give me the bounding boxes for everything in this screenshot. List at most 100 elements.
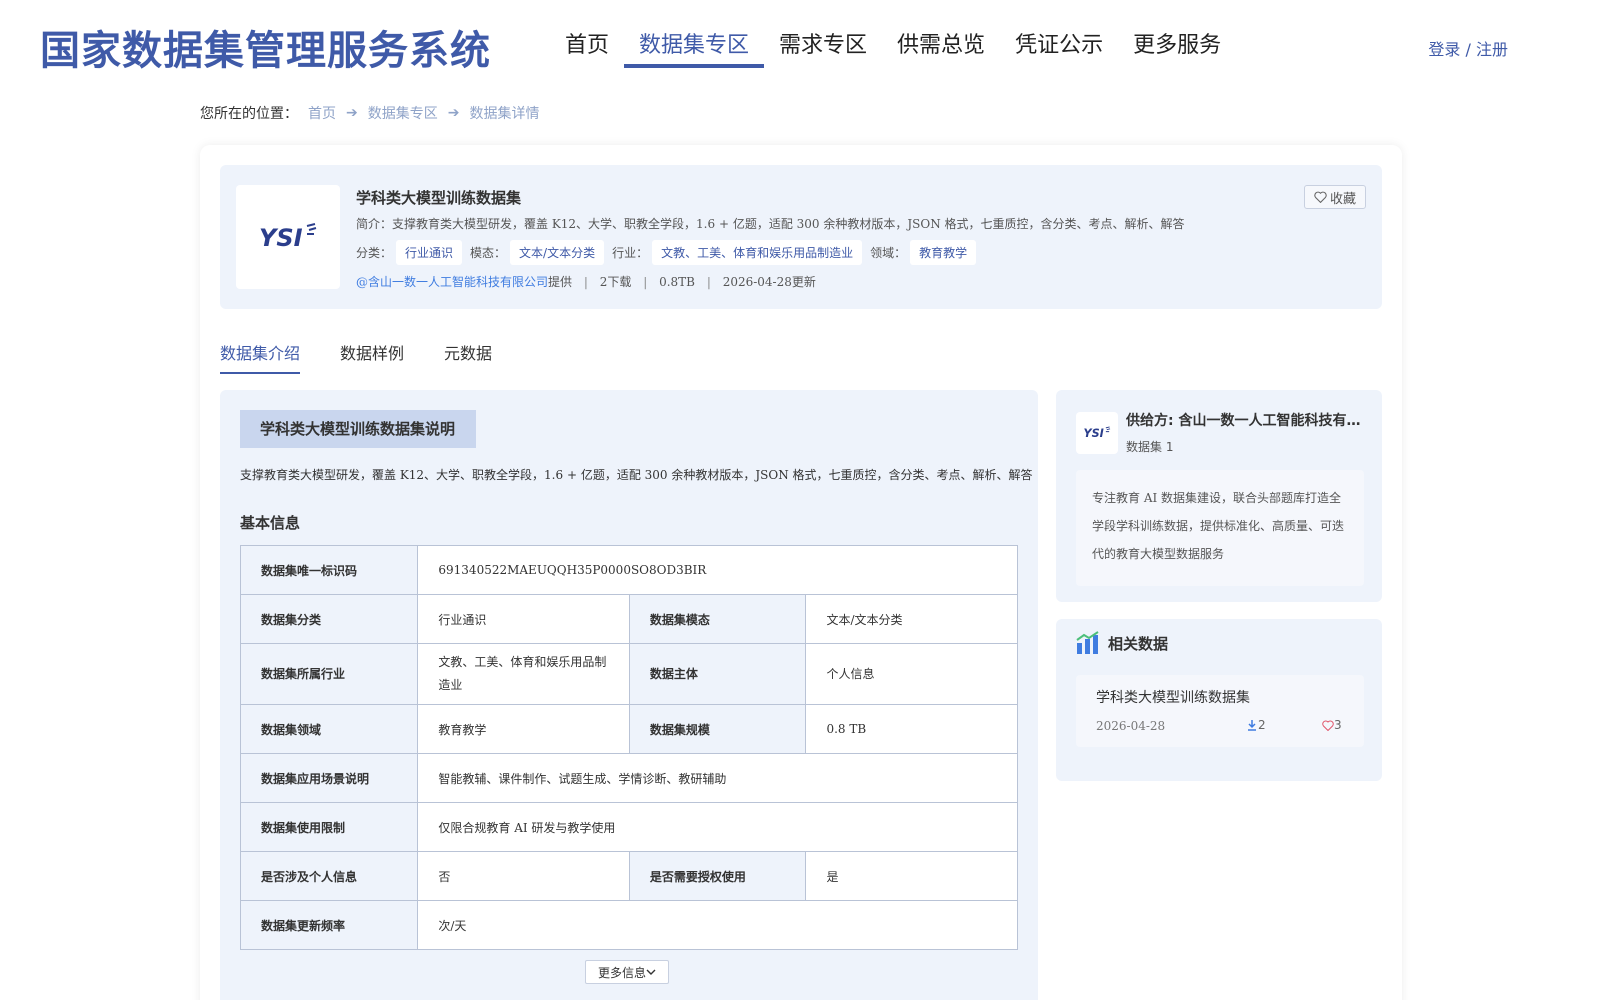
personal-row-label: 是否涉及个人信息 [239, 851, 419, 901]
nav-datasets[interactable]: 数据集专区 [624, 28, 765, 68]
freq-row-label: 数据集更新频率 [239, 900, 419, 950]
breadcrumb-current: 数据集详情 [469, 106, 540, 122]
breadcrumb: 您所在的位置： 首页 ➔ 数据集专区 ➔ 数据集详情 [200, 103, 539, 123]
table-row: 数据集领域 教育教学 数据集规模 0.8 TB [239, 704, 1018, 754]
related-title: 相关数据 [1108, 634, 1169, 653]
related-header: 相关数据 [1076, 631, 1168, 655]
industry-tag[interactable]: 文教、工美、体育和娱乐用品制造业 [652, 240, 863, 265]
basic-info-title: 基本信息 [240, 514, 301, 532]
dataset-title: 学科类大模型训练数据集 [356, 189, 522, 207]
freq-row-value: 次/天 [417, 900, 1018, 950]
domain-row-label: 数据集领域 [239, 704, 419, 754]
tab-introduction[interactable]: 数据集介绍 [220, 340, 301, 374]
update-date: 2026-04-28更新 [722, 275, 816, 289]
section-title: 学科类大模型训练数据集说明 [240, 410, 476, 448]
table-row: 数据集唯一标识码 691340522MAEUQQH35P0000SO8OD3BI… [239, 545, 1018, 595]
more-info-button[interactable]: 更多信息 [585, 960, 669, 984]
related-item[interactable]: 学科类大模型训练数据集 2026-04-28 2 3 [1076, 675, 1364, 747]
table-row: 数据集分类 行业通识 数据集模态 文本/文本分类 [239, 594, 1018, 644]
related-item-date: 2026-04-28 [1096, 719, 1166, 733]
table-row: 数据集更新频率 次/天 [239, 900, 1018, 950]
scale-row-label: 数据集规模 [628, 704, 807, 754]
personal-row-value: 否 [417, 851, 630, 901]
dataset-meta: @含山一数一人工智能科技有限公司提供 | 2下载 | 0.8TB | 2026-… [356, 275, 816, 289]
tab-samples[interactable]: 数据样例 [340, 340, 404, 374]
nav-vouchers[interactable]: 凭证公示 [1000, 28, 1118, 68]
provider-name[interactable]: 供给方: 含山一数一人工智能科技有限公司 [1126, 410, 1366, 430]
nav-overview[interactable]: 供需总览 [882, 28, 1000, 68]
provider-description: 专注教育 AI 数据集建设，联合头部题库打造全学段学科训练数据，提供标准化、高质… [1076, 470, 1364, 586]
provider-dataset-count: 数据集 1 [1126, 440, 1174, 454]
download-count: 2 [1258, 718, 1266, 732]
industry-label: 行业： [612, 246, 649, 260]
domain-label: 领域： [870, 246, 907, 260]
modality-row-label: 数据集模态 [628, 594, 807, 644]
related-data-card: 相关数据 学科类大模型训练数据集 2026-04-28 2 3 [1056, 619, 1382, 781]
header: 国家数据集管理服务系统 首页 数据集专区 需求专区 供需总览 凭证公示 更多服务… [0, 0, 1600, 90]
tab-metadata[interactable]: 元数据 [444, 340, 492, 374]
favorite-label: 收藏 [1329, 191, 1356, 207]
auth-row-value: 是 [805, 851, 1018, 901]
table-row: 数据集使用限制 仅限合规教育 AI 研发与教学使用 [239, 802, 1018, 852]
auth-row-label: 是否需要授权使用 [628, 851, 807, 901]
related-item-downloads: 2 [1246, 718, 1266, 732]
table-row: 数据集所属行业 文教、工美、体育和娱乐用品制造业 数据主体 个人信息 [239, 643, 1018, 705]
download-count: 2下载 [599, 275, 632, 289]
industry-row-value: 文教、工美、体育和娱乐用品制造业 [417, 643, 630, 705]
ysi-logo-icon: YSI [259, 223, 317, 252]
limit-row-label: 数据集使用限制 [239, 802, 419, 852]
like-count: 3 [1334, 718, 1342, 732]
provider-card: YSI 供给方: 含山一数一人工智能科技有限公司 数据集 1 专注教育 AI 数… [1056, 390, 1382, 602]
download-icon [1248, 720, 1256, 731]
dataset-size: 0.8TB [659, 275, 695, 289]
logo-text: YSI [1083, 427, 1103, 440]
scale-row-value: 0.8 TB [805, 704, 1018, 754]
nav-demands[interactable]: 需求专区 [764, 28, 882, 68]
limit-row-value: 仅限合规教育 AI 研发与教学使用 [417, 802, 1018, 852]
provider-logo: YSI [1076, 412, 1118, 454]
domain-tag[interactable]: 教育教学 [910, 240, 977, 265]
category-row-label: 数据集分类 [239, 594, 419, 644]
related-item-likes: 3 [1322, 718, 1342, 732]
id-value: 691340522MAEUQQH35P0000SO8OD3BIR [417, 545, 1018, 595]
login-register-link[interactable]: 登录 / 注册 [1428, 36, 1508, 60]
modality-label: 模态： [470, 246, 507, 260]
subject-row-label: 数据主体 [628, 643, 807, 705]
dataset-header: YSI 学科类大模型训练数据集 简介：支撑教育类大模型研发，覆盖 K12、大学、… [220, 165, 1382, 309]
arrow-right-icon: ➔ [447, 105, 460, 121]
breadcrumb-datasets[interactable]: 数据集专区 [368, 103, 438, 123]
table-row: 数据集应用场景说明 智能教辅、课件制作、试题生成、学情诊断、教研辅助 [239, 753, 1018, 803]
introduction-panel: 学科类大模型训练数据集说明 支撑教育类大模型研发，覆盖 K12、大学、职教全学段… [220, 390, 1038, 1000]
arrow-right-icon: ➔ [346, 105, 358, 121]
dataset-logo: YSI [236, 185, 340, 289]
provider-suffix: 提供 [548, 275, 573, 289]
table-row: 是否涉及个人信息 否 是否需要授权使用 是 [239, 851, 1018, 901]
provider-link[interactable]: @含山一数一人工智能科技有限公司 [356, 275, 548, 289]
bar-chart-icon [1076, 631, 1099, 654]
breadcrumb-label: 您所在的位置： [200, 106, 298, 122]
modality-tag[interactable]: 文本/文本分类 [510, 240, 605, 265]
dataset-tags: 分类： 行业通识 模态： 文本/文本分类 行业： 文教、工美、体育和娱乐用品制造… [356, 240, 984, 265]
favorite-button[interactable]: 收藏 [1304, 185, 1366, 209]
site-title[interactable]: 国家数据集管理服务系统 [40, 18, 491, 76]
breadcrumb-home[interactable]: 首页 [308, 103, 336, 123]
ysi-logo-icon: YSI [1083, 426, 1111, 440]
modality-row-value: 文本/文本分类 [805, 594, 1018, 644]
heart-icon [1314, 191, 1327, 203]
nav-home[interactable]: 首页 [550, 28, 624, 68]
chevron-down-icon [646, 969, 656, 975]
category-row-value: 行业通识 [417, 594, 630, 644]
id-label: 数据集唯一标识码 [239, 545, 419, 595]
nav-more-services[interactable]: 更多服务 [1118, 28, 1236, 68]
logo-text: YSI [259, 224, 303, 252]
main-card: YSI 学科类大模型训练数据集 简介：支撑教育类大模型研发，覆盖 K12、大学、… [200, 145, 1402, 1000]
category-label: 分类： [356, 246, 393, 260]
scenario-row-label: 数据集应用场景说明 [239, 753, 419, 803]
related-item-title[interactable]: 学科类大模型训练数据集 [1096, 687, 1250, 707]
basic-info-table: 数据集唯一标识码 691340522MAEUQQH35P0000SO8OD3BI… [239, 545, 1018, 950]
subject-row-value: 个人信息 [805, 643, 1018, 705]
dataset-description: 简介：支撑教育类大模型研发，覆盖 K12、大学、职教全学段，1.6 + 亿题，适… [356, 217, 1185, 231]
scenario-row-value: 智能教辅、课件制作、试题生成、学情诊断、教研辅助 [417, 753, 1018, 803]
industry-row-label: 数据集所属行业 [239, 643, 419, 705]
category-tag[interactable]: 行业通识 [396, 240, 463, 265]
